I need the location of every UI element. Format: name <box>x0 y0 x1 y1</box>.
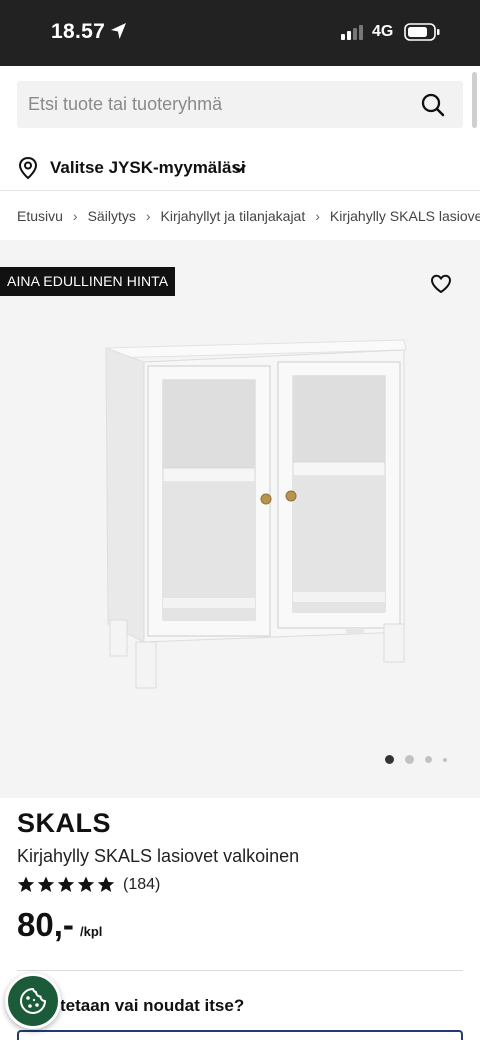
status-bar: 18.57 4G <box>0 0 480 66</box>
delivery-option-button[interactable] <box>17 1030 463 1040</box>
search-input[interactable]: Etsi tuote tai tuoteryhmä <box>17 81 463 128</box>
price-badge: AINA EDULLINEN HINTA <box>0 267 176 296</box>
store-selector[interactable]: Valitse JYSK-myymäläsi <box>18 156 318 180</box>
scrollbar[interactable] <box>472 72 477 128</box>
breadcrumb-item-current: Kirjahylly SKALS lasiovet valkoinen <box>329 208 480 225</box>
gallery-dot[interactable] <box>425 756 432 763</box>
product-image[interactable] <box>72 336 412 701</box>
gallery-dot-active[interactable] <box>385 755 394 764</box>
product-name: Kirjahylly SKALS lasiovet valkoinen <box>17 846 300 866</box>
chevron-right-icon: › <box>315 208 320 225</box>
search-placeholder: Etsi tuote tai tuoteryhmä <box>28 94 223 114</box>
breadcrumb: Etusivu › Säilytys › Kirjahyllyt ja tilanjak… <box>17 207 480 227</box>
cookie-icon <box>18 986 48 1021</box>
breadcrumb-item-etusivu[interactable]: Etusivu <box>17 208 63 224</box>
battery-icon <box>404 23 440 46</box>
divider <box>17 970 463 971</box>
star-rating <box>17 876 117 899</box>
divider <box>0 190 480 191</box>
review-count[interactable]: (184) <box>123 876 160 894</box>
breadcrumb-item-kirjahyllyt[interactable]: Kirjahyllyt ja tilanjakajat <box>161 208 306 224</box>
chevron-right-icon: › <box>145 208 151 225</box>
status-time: 18.57 <box>51 20 106 43</box>
chevron-down-icon <box>232 161 246 179</box>
search-icon[interactable] <box>421 93 445 122</box>
store-selector-label: Valitse JYSK-myymäläsi <box>50 158 246 177</box>
breadcrumb-item-sailytys[interactable]: Säilytys <box>88 208 136 224</box>
product-price: 80,- <box>17 906 74 943</box>
cookie-settings-button[interactable] <box>5 973 61 1029</box>
chevron-right-icon: › <box>72 208 78 225</box>
price-unit: /kpl <box>80 924 103 939</box>
delivery-question: tetaan vai noudat itse? <box>60 996 245 1015</box>
location-arrow-icon <box>110 22 128 45</box>
map-pin-icon <box>18 156 38 185</box>
signal-icon <box>341 24 365 45</box>
gallery-dot[interactable] <box>443 758 447 762</box>
gallery-dot[interactable] <box>405 755 414 764</box>
network-type: 4G <box>372 23 394 40</box>
heart-icon[interactable] <box>430 274 452 299</box>
product-brand: SKALS <box>17 808 112 838</box>
product-gallery[interactable]: AINA EDULLINEN HINTA <box>0 240 480 798</box>
